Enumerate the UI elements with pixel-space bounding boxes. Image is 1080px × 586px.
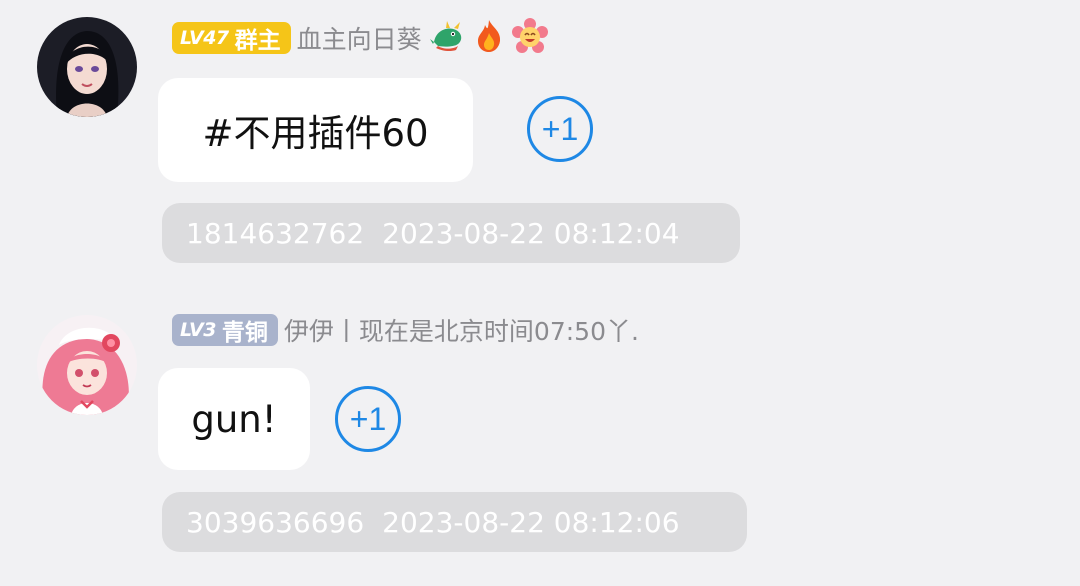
plus-one-label: +1 xyxy=(541,110,579,147)
sender-nickname[interactable]: 伊伊丨现在是北京时间07:50丫. xyxy=(284,312,639,348)
chat-message: LV3 青铜 伊伊丨现在是北京时间07:50丫. gun! +1 3039636… xyxy=(0,290,1080,586)
role-label: 群主 xyxy=(234,28,281,54)
chat-message: LV47 群主 血主向日葵 #不用插件60 +1 1814632762 2023… xyxy=(0,0,1080,290)
sender-id: 1814632762 xyxy=(186,216,365,250)
avatar[interactable] xyxy=(37,17,137,117)
flower-icon xyxy=(511,18,548,58)
role-label: 青铜 xyxy=(221,320,268,346)
message-bubble[interactable]: gun! xyxy=(158,368,310,470)
sender-id: 3039636696 xyxy=(186,505,365,539)
plus-one-button[interactable]: +1 xyxy=(527,96,593,162)
message-meta: 3039636696 2023-08-22 08:12:06 xyxy=(162,492,747,552)
message-timestamp: 2023-08-22 08:12:04 xyxy=(382,216,680,250)
message-meta: 1814632762 2023-08-22 08:12:04 xyxy=(162,203,740,263)
message-text: #不用插件60 xyxy=(202,112,429,155)
dragon-icon xyxy=(429,20,466,56)
member-level-badge: LV3 青铜 xyxy=(172,314,278,346)
sender-nickname[interactable]: 血主向日葵 xyxy=(297,20,422,56)
level-label: LV47 xyxy=(180,27,229,49)
avatar[interactable] xyxy=(37,315,137,415)
message-timestamp: 2023-08-22 08:12:06 xyxy=(382,505,680,539)
sender-info: LV47 群主 血主向日葵 xyxy=(172,18,548,58)
plus-one-button[interactable]: +1 xyxy=(335,386,401,452)
sender-info: LV3 青铜 伊伊丨现在是北京时间07:50丫. xyxy=(172,312,639,348)
message-text: gun! xyxy=(191,397,277,441)
member-level-badge: LV47 群主 xyxy=(172,22,291,54)
plus-one-label: +1 xyxy=(349,400,387,437)
fire-icon xyxy=(474,19,504,57)
message-bubble[interactable]: #不用插件60 xyxy=(158,78,473,182)
level-label: LV3 xyxy=(180,319,216,341)
